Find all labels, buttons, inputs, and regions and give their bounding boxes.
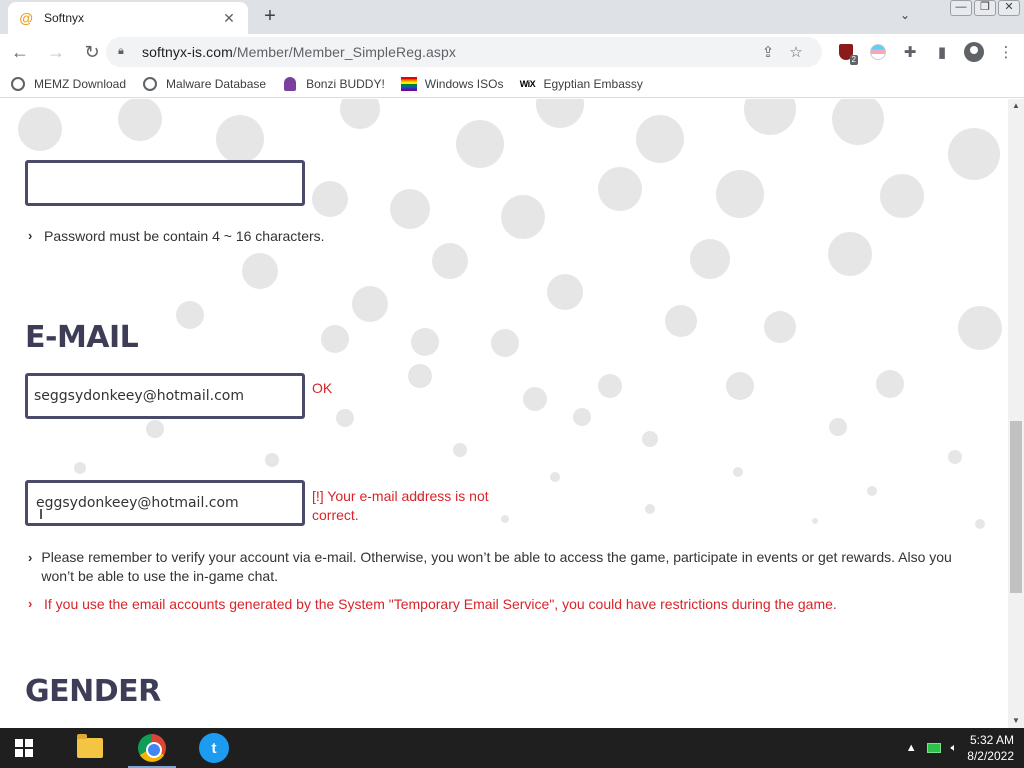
- new-tab-button[interactable]: +: [258, 6, 282, 28]
- bookmark-label: Egyptian Embassy: [543, 76, 643, 91]
- bookmark-egyptian-embassy[interactable]: WiX Egyptian Embassy: [519, 76, 643, 92]
- battery-icon[interactable]: [926, 743, 941, 753]
- trans-flag-extension-icon[interactable]: [864, 38, 892, 66]
- profile-avatar-icon[interactable]: [960, 38, 988, 66]
- window-controls: — ❐ ✕: [950, 0, 1020, 16]
- email-error-line2: correct.: [312, 507, 359, 523]
- bookmark-windows-isos[interactable]: Windows ISOs: [400, 76, 504, 92]
- bookmark-label: Windows ISOs: [424, 76, 504, 91]
- scroll-thumb[interactable]: [1010, 421, 1022, 593]
- browser-toolbar: ← → ↻ 🔒︎ softnyx-is.com/Member/Member_Si…: [0, 34, 1024, 70]
- windows-taskbar: t ▲ 🔈︎ 5:32 AM 8/2/2022: [0, 728, 1024, 768]
- scroll-down-arrow-icon[interactable]: ▼: [1008, 714, 1024, 728]
- text-cursor-icon: [40, 509, 42, 519]
- chevron-right-icon: ›: [28, 596, 33, 611]
- rainbow-flag-icon: [400, 76, 417, 92]
- bookmark-star-icon[interactable]: ☆: [782, 43, 810, 61]
- email-status-ok: OK: [312, 380, 333, 396]
- chrome-icon[interactable]: [124, 728, 180, 768]
- twitter-icon[interactable]: t: [186, 728, 242, 768]
- wix-icon: WiX: [519, 78, 536, 89]
- tab-search-icon[interactable]: ⌄: [895, 8, 915, 26]
- bookmarks-bar: MEMZ Download Malware Database Bonzi BUD…: [0, 70, 1024, 98]
- file-explorer-icon[interactable]: [62, 728, 118, 768]
- chevron-right-icon: ›: [28, 550, 33, 565]
- bonzi-icon: [282, 76, 298, 92]
- email-error-line1: [!] Your e-mail address is not: [312, 488, 489, 504]
- email-section-title: E-MAIL: [25, 320, 139, 355]
- back-arrow-icon[interactable]: ←: [4, 36, 36, 68]
- email-confirm-value: eggsydonkeey@hotmail.com: [36, 495, 239, 511]
- clock-date: 8/2/2022: [967, 749, 1014, 763]
- tray-chevron-up-icon[interactable]: ▲: [906, 742, 917, 754]
- volume-icon[interactable]: 🔈︎: [951, 742, 958, 755]
- lock-icon[interactable]: 🔒︎: [118, 45, 132, 59]
- email-verify-note: › Please remember to verify your account…: [28, 548, 978, 586]
- close-tab-icon[interactable]: ✕: [220, 10, 238, 27]
- start-button[interactable]: [0, 728, 48, 768]
- reload-icon[interactable]: ↻: [76, 36, 108, 68]
- password-hint-text: Password must be contain 4 ~ 16 characte…: [44, 228, 325, 244]
- tab-softnyx[interactable]: @ Softnyx ✕: [8, 2, 248, 34]
- clock[interactable]: 5:32 AM 8/2/2022: [967, 732, 1014, 764]
- email-confirm-error: [!] Your e-mail address is not correct.: [312, 487, 489, 525]
- chevron-right-icon: ›: [28, 228, 33, 243]
- password-field[interactable]: [25, 160, 305, 206]
- bookmark-malware-database[interactable]: Malware Database: [142, 76, 266, 92]
- scroll-up-arrow-icon[interactable]: ▲: [1008, 99, 1024, 113]
- bookmark-bonzi-buddy[interactable]: Bonzi BUDDY!: [282, 76, 385, 92]
- windows-logo-icon: [15, 739, 33, 757]
- bookmark-label: MEMZ Download: [34, 76, 127, 91]
- extension-badge: 2: [849, 55, 858, 65]
- extensions-area: 2 ✚ ▮ ⋮: [832, 38, 1020, 66]
- forward-arrow-icon[interactable]: →: [40, 36, 72, 68]
- email-temp-note: › If you use the email accounts generate…: [28, 596, 978, 612]
- softnyx-favicon-icon: @: [19, 10, 33, 26]
- menu-kebab-icon[interactable]: ⋮: [992, 38, 1020, 66]
- restore-button[interactable]: ❐: [974, 0, 996, 16]
- puzzle-extensions-icon[interactable]: ✚: [896, 38, 924, 66]
- ublock-shield-icon[interactable]: 2: [832, 38, 860, 66]
- bookmark-memz[interactable]: MEMZ Download: [10, 76, 126, 92]
- email-field[interactable]: seggsydonkeey@hotmail.com: [25, 373, 305, 419]
- email-verify-note-text: Please remember to verify your account v…: [41, 549, 952, 584]
- side-panel-icon[interactable]: ▮: [928, 38, 956, 66]
- email-temp-note-text: If you use the email accounts generated …: [44, 596, 837, 612]
- tab-strip: @ Softnyx ✕ + ⌄ — ❐ ✕: [0, 0, 1024, 34]
- bookmark-label: Malware Database: [166, 76, 267, 91]
- bookmark-label: Bonzi BUDDY!: [306, 76, 385, 91]
- url-text[interactable]: softnyx-is.com/Member/Member_SimpleReg.a…: [142, 44, 754, 60]
- tab-title: Softnyx: [44, 11, 85, 25]
- globe-icon: [142, 76, 158, 92]
- minimize-button[interactable]: —: [950, 0, 972, 16]
- password-hint: › Password must be contain 4 ~ 16 charac…: [28, 228, 325, 244]
- address-bar[interactable]: 🔒︎ softnyx-is.com/Member/Member_SimpleRe…: [106, 37, 822, 67]
- share-icon[interactable]: ⇪: [754, 43, 782, 61]
- globe-icon: [10, 76, 26, 92]
- close-window-button[interactable]: ✕: [998, 0, 1020, 16]
- gender-section-title: GENDER: [25, 674, 161, 709]
- system-tray: ▲ 🔈︎ 5:32 AM 8/2/2022: [906, 728, 1014, 768]
- clock-time: 5:32 AM: [969, 733, 1014, 747]
- email-confirm-field[interactable]: eggsydonkeey@hotmail.com: [25, 480, 305, 526]
- page-scrollbar[interactable]: ▲ ▼: [1008, 99, 1024, 728]
